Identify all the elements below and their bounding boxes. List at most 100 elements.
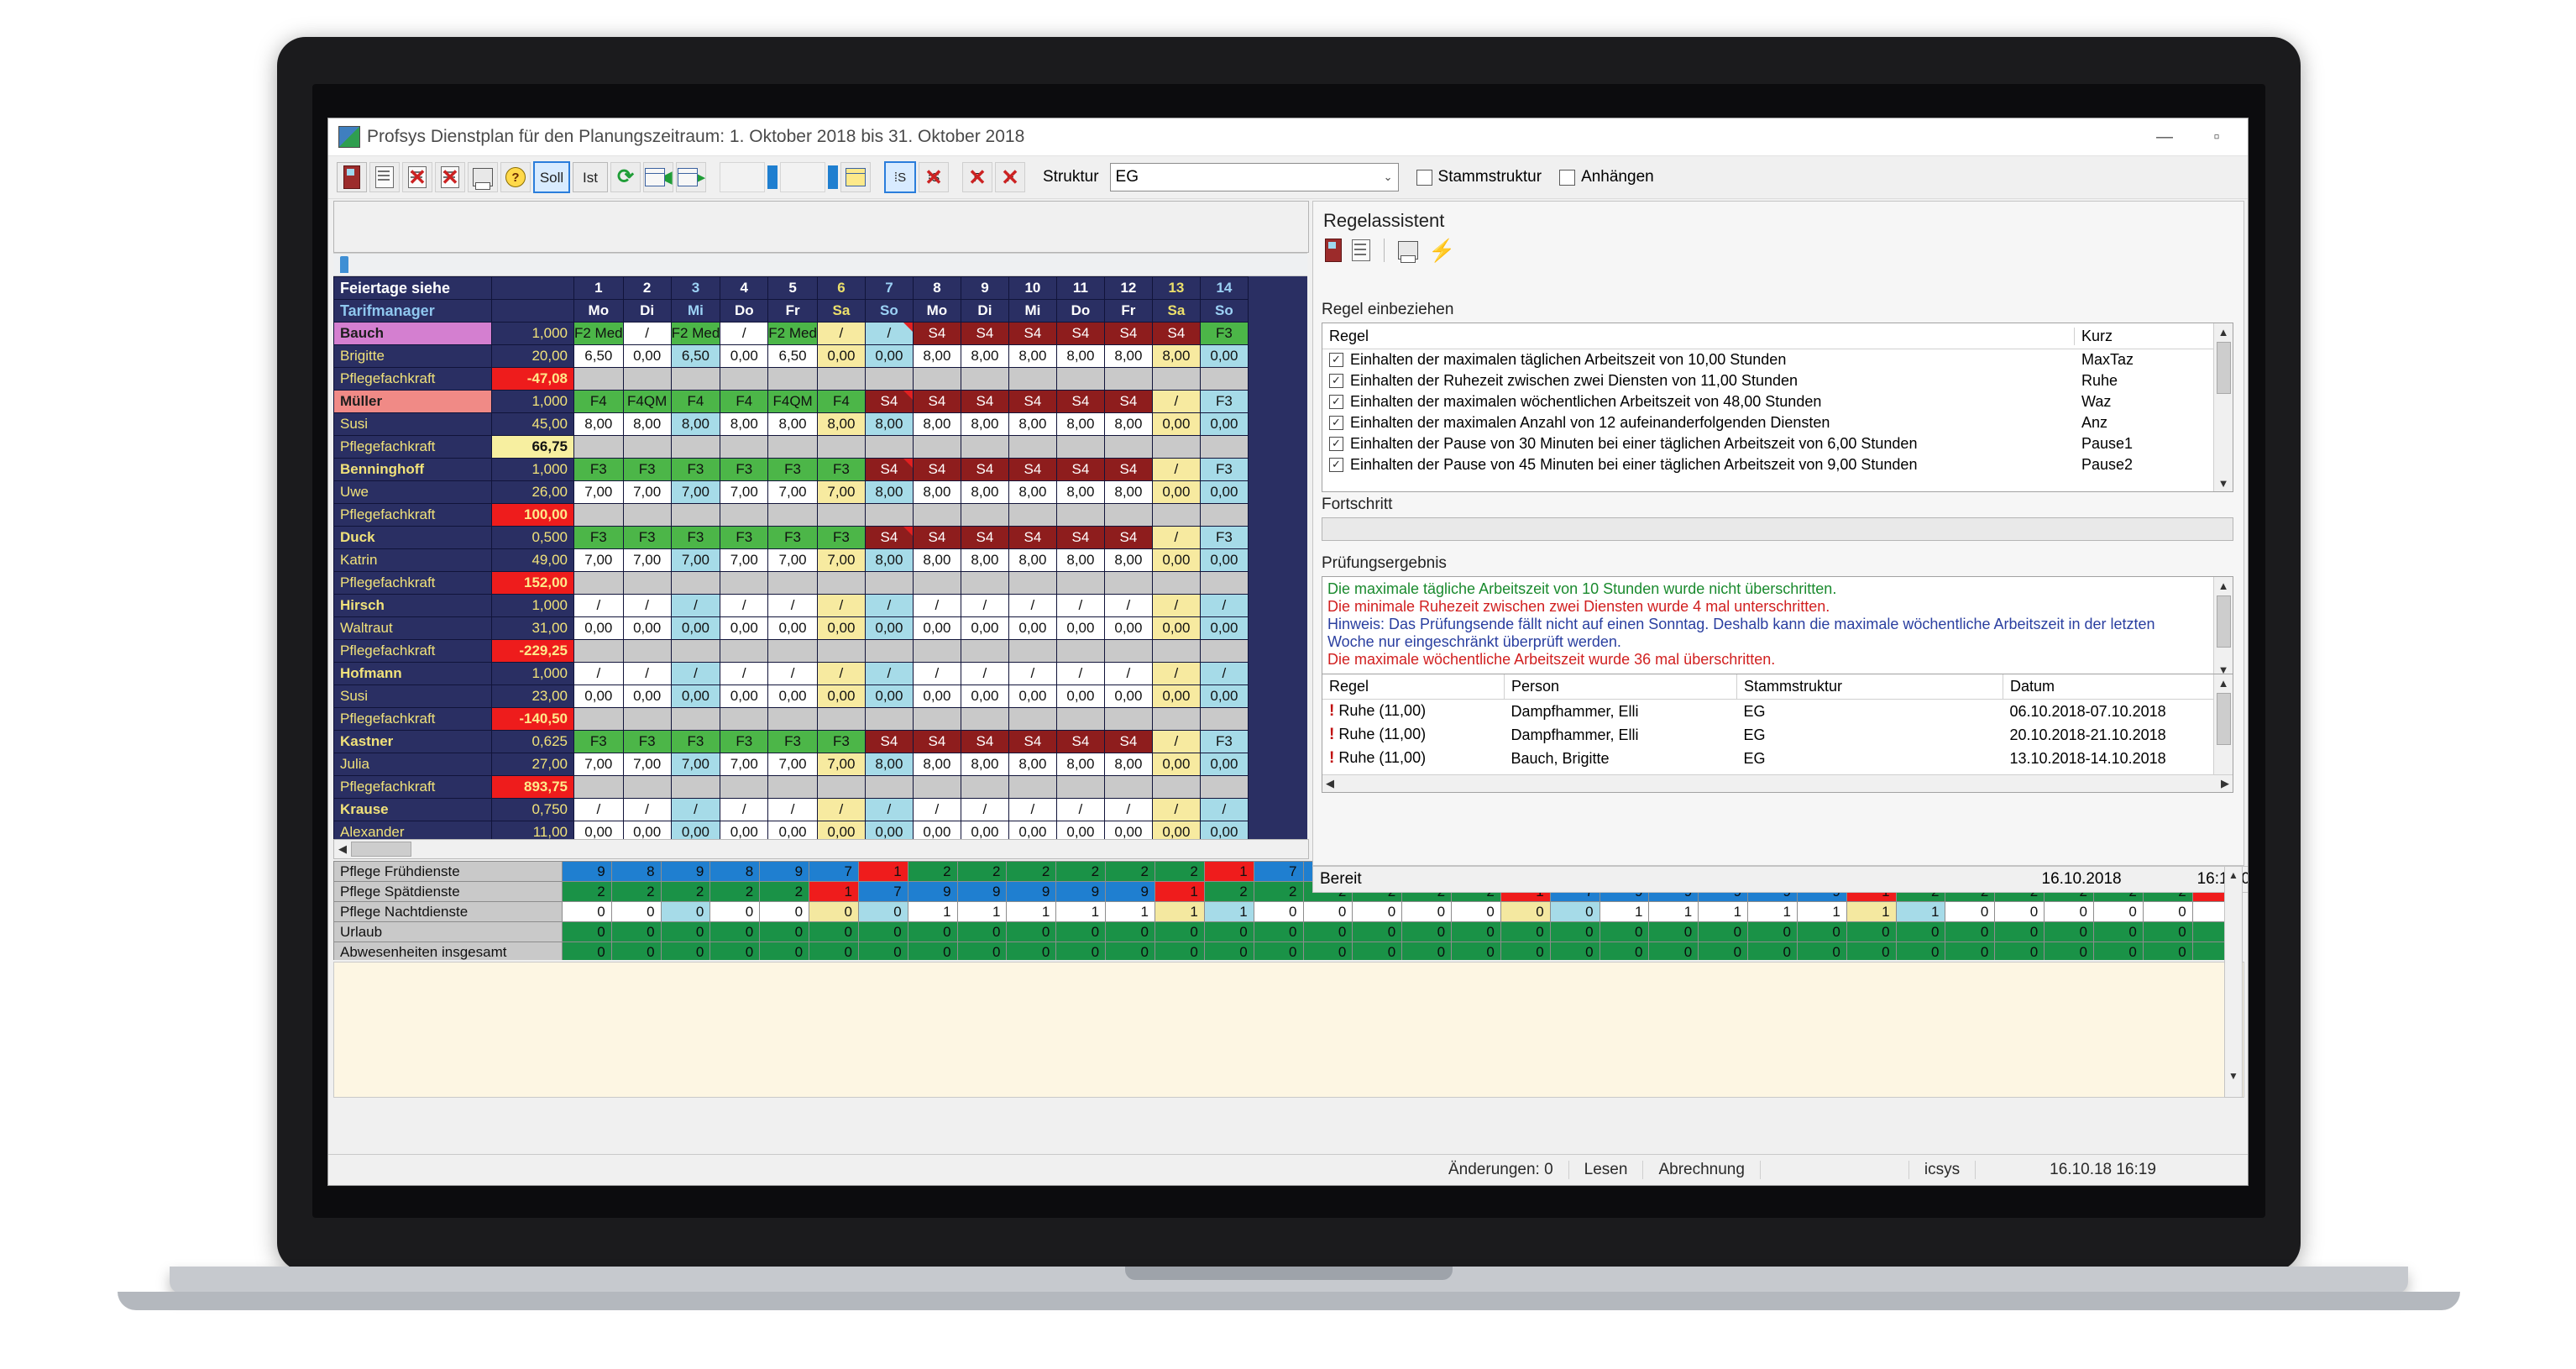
shift-cell[interactable]: / — [864, 322, 914, 345]
shift-cell[interactable]: S4 — [1103, 730, 1153, 753]
shift-cell[interactable]: S4 — [1055, 458, 1105, 481]
refresh-icon[interactable]: ⟳ — [610, 162, 641, 192]
header-feiertage[interactable]: Feiertage siehe — [333, 276, 492, 300]
shift-cell[interactable]: / — [1151, 798, 1201, 821]
balance-spacer[interactable] — [1199, 435, 1249, 459]
shift-cell[interactable]: / — [670, 662, 721, 685]
hours-cell[interactable]: 8,00 — [1103, 753, 1153, 776]
violations-hscrollbar[interactable]: ◀ ▶ — [1322, 774, 2233, 792]
summary-cell[interactable]: 0 — [1796, 921, 1847, 942]
employee-factor[interactable]: 1,000 — [491, 322, 574, 345]
balance-spacer[interactable] — [573, 571, 624, 595]
shift-cell[interactable]: / — [720, 322, 769, 345]
hours-cell[interactable]: 7,00 — [767, 753, 818, 776]
summary-cell[interactable]: 0 — [1747, 942, 1798, 960]
minimize-button[interactable]: — — [2139, 119, 2191, 155]
balance-spacer[interactable] — [622, 707, 672, 731]
shift-cell[interactable]: F3 — [720, 458, 769, 481]
balance-spacer[interactable] — [1103, 571, 1153, 595]
summary-cell[interactable]: 0 — [1352, 942, 1403, 960]
summary-cell[interactable]: 0 — [809, 942, 859, 960]
employee-balance[interactable]: 893,75 — [491, 775, 574, 799]
employee-qualification[interactable]: Pflegefachkraft — [333, 639, 492, 663]
summary-cell[interactable]: 0 — [1451, 942, 1501, 960]
summary-cell[interactable]: 0 — [1549, 901, 1600, 922]
shift-cell[interactable]: S4 — [912, 390, 961, 413]
shift-cell[interactable]: F4QM — [767, 390, 818, 413]
summary-cell[interactable]: 0 — [759, 942, 810, 960]
balance-spacer[interactable] — [767, 503, 818, 527]
summary-cell[interactable]: 0 — [1253, 901, 1304, 922]
balance-spacer[interactable] — [573, 775, 624, 799]
shift-cell[interactable]: / — [1151, 458, 1201, 481]
employee-shift-row[interactable]: Krause 0,750// / / / / / / / / / / / / — [333, 798, 1249, 821]
shift-cell[interactable]: F3 — [670, 458, 721, 481]
balance-spacer[interactable] — [573, 707, 624, 731]
shift-cell[interactable]: F2 Med — [573, 322, 624, 345]
summary-cell[interactable]: 0 — [956, 942, 1008, 960]
employee-firstname[interactable]: Waltraut — [333, 616, 492, 640]
scroll-left-icon[interactable]: ◀ — [1326, 777, 1334, 790]
summary-cell[interactable]: 0 — [2142, 921, 2193, 942]
balance-spacer[interactable] — [767, 367, 818, 391]
hours-cell[interactable]: 7,00 — [720, 753, 769, 776]
summary-cell[interactable]: 2 — [956, 861, 1008, 882]
balance-spacer[interactable] — [622, 367, 672, 391]
day-number[interactable]: 7 — [864, 276, 914, 300]
employee-hours-total[interactable]: 45,00 — [491, 412, 574, 436]
balance-spacer[interactable] — [1103, 775, 1153, 799]
rule-checkbox[interactable]: ✓ — [1329, 437, 1343, 451]
hours-cell[interactable]: 0,00 — [1008, 684, 1057, 708]
summary-cell[interactable]: 0 — [1055, 921, 1107, 942]
balance-spacer[interactable] — [670, 775, 721, 799]
delete-14-icon[interactable]: ✕ — [435, 162, 465, 192]
summary-cell[interactable]: 1 — [1846, 901, 1897, 922]
hours-cell[interactable]: 0,00 — [670, 821, 721, 839]
shift-cell[interactable]: / — [767, 798, 818, 821]
balance-spacer[interactable] — [816, 707, 866, 731]
balance-spacer[interactable] — [1199, 775, 1249, 799]
hours-cell[interactable]: 7,00 — [573, 548, 624, 572]
shift-cell[interactable]: F3 — [816, 730, 866, 753]
hours-cell[interactable]: 7,00 — [573, 480, 624, 504]
shift-cell[interactable]: F3 — [1199, 526, 1249, 549]
balance-spacer[interactable] — [573, 639, 624, 663]
employee-balance[interactable]: -47,08 — [491, 367, 574, 391]
balance-spacer[interactable] — [573, 435, 624, 459]
shift-cell[interactable]: S4 — [864, 458, 914, 481]
shift-cell[interactable]: S4 — [912, 526, 961, 549]
hours-cell[interactable]: 7,00 — [720, 548, 769, 572]
day-weekday[interactable]: Mo — [573, 299, 624, 323]
summary-cell[interactable]: 1 — [907, 901, 958, 922]
hours-cell[interactable]: 0,00 — [912, 821, 961, 839]
day-number[interactable]: 12 — [1103, 276, 1153, 300]
summary-cell[interactable]: 0 — [809, 901, 859, 922]
hours-cell[interactable]: 0,00 — [960, 616, 1009, 640]
balance-spacer[interactable] — [670, 435, 721, 459]
hours-cell[interactable]: 0,00 — [1151, 616, 1201, 640]
hours-cell[interactable]: 7,00 — [767, 548, 818, 572]
header-blank[interactable] — [491, 299, 574, 323]
hours-cell[interactable]: 8,00 — [1008, 344, 1057, 368]
shift-cell[interactable]: / — [622, 662, 672, 685]
employee-shift-row[interactable]: Benninghoff 1,000 F3 F3 F3 F3 F3 F3 S4 S4 S4 S4 S4 S4… — [333, 458, 1249, 481]
summary-cell[interactable]: 0 — [561, 901, 612, 922]
violations-col-header[interactable]: Person — [1504, 674, 1737, 700]
print-icon[interactable] — [468, 162, 498, 192]
balance-spacer[interactable] — [816, 503, 866, 527]
summary-cell[interactable]: 0 — [1500, 921, 1551, 942]
summary-cell[interactable]: 0 — [907, 942, 958, 960]
summary-cell[interactable]: 0 — [2142, 942, 2193, 960]
balance-spacer[interactable] — [670, 367, 721, 391]
balance-spacer[interactable] — [864, 367, 914, 391]
hours-cell[interactable]: 0,00 — [622, 344, 672, 368]
balance-spacer[interactable] — [1199, 707, 1249, 731]
shift-cell[interactable]: F3 — [767, 526, 818, 549]
header-tarifmanager[interactable]: Tarifmanager — [333, 299, 492, 323]
balance-spacer[interactable] — [1151, 435, 1201, 459]
schedule-grid-pane[interactable]: Feiertage siehe 1 2 3 4 5 6 7 8 9 10 11 12 13 14 Tarifm… — [333, 276, 1307, 839]
exit-door-icon[interactable] — [1325, 239, 1342, 262]
hours-cell[interactable]: 8,00 — [960, 480, 1009, 504]
shift-cell[interactable]: S4 — [1103, 458, 1153, 481]
violation-row[interactable]: ! Ruhe (11,00) Bauch, Brigitte EG 13.10.201… — [1322, 747, 2233, 770]
